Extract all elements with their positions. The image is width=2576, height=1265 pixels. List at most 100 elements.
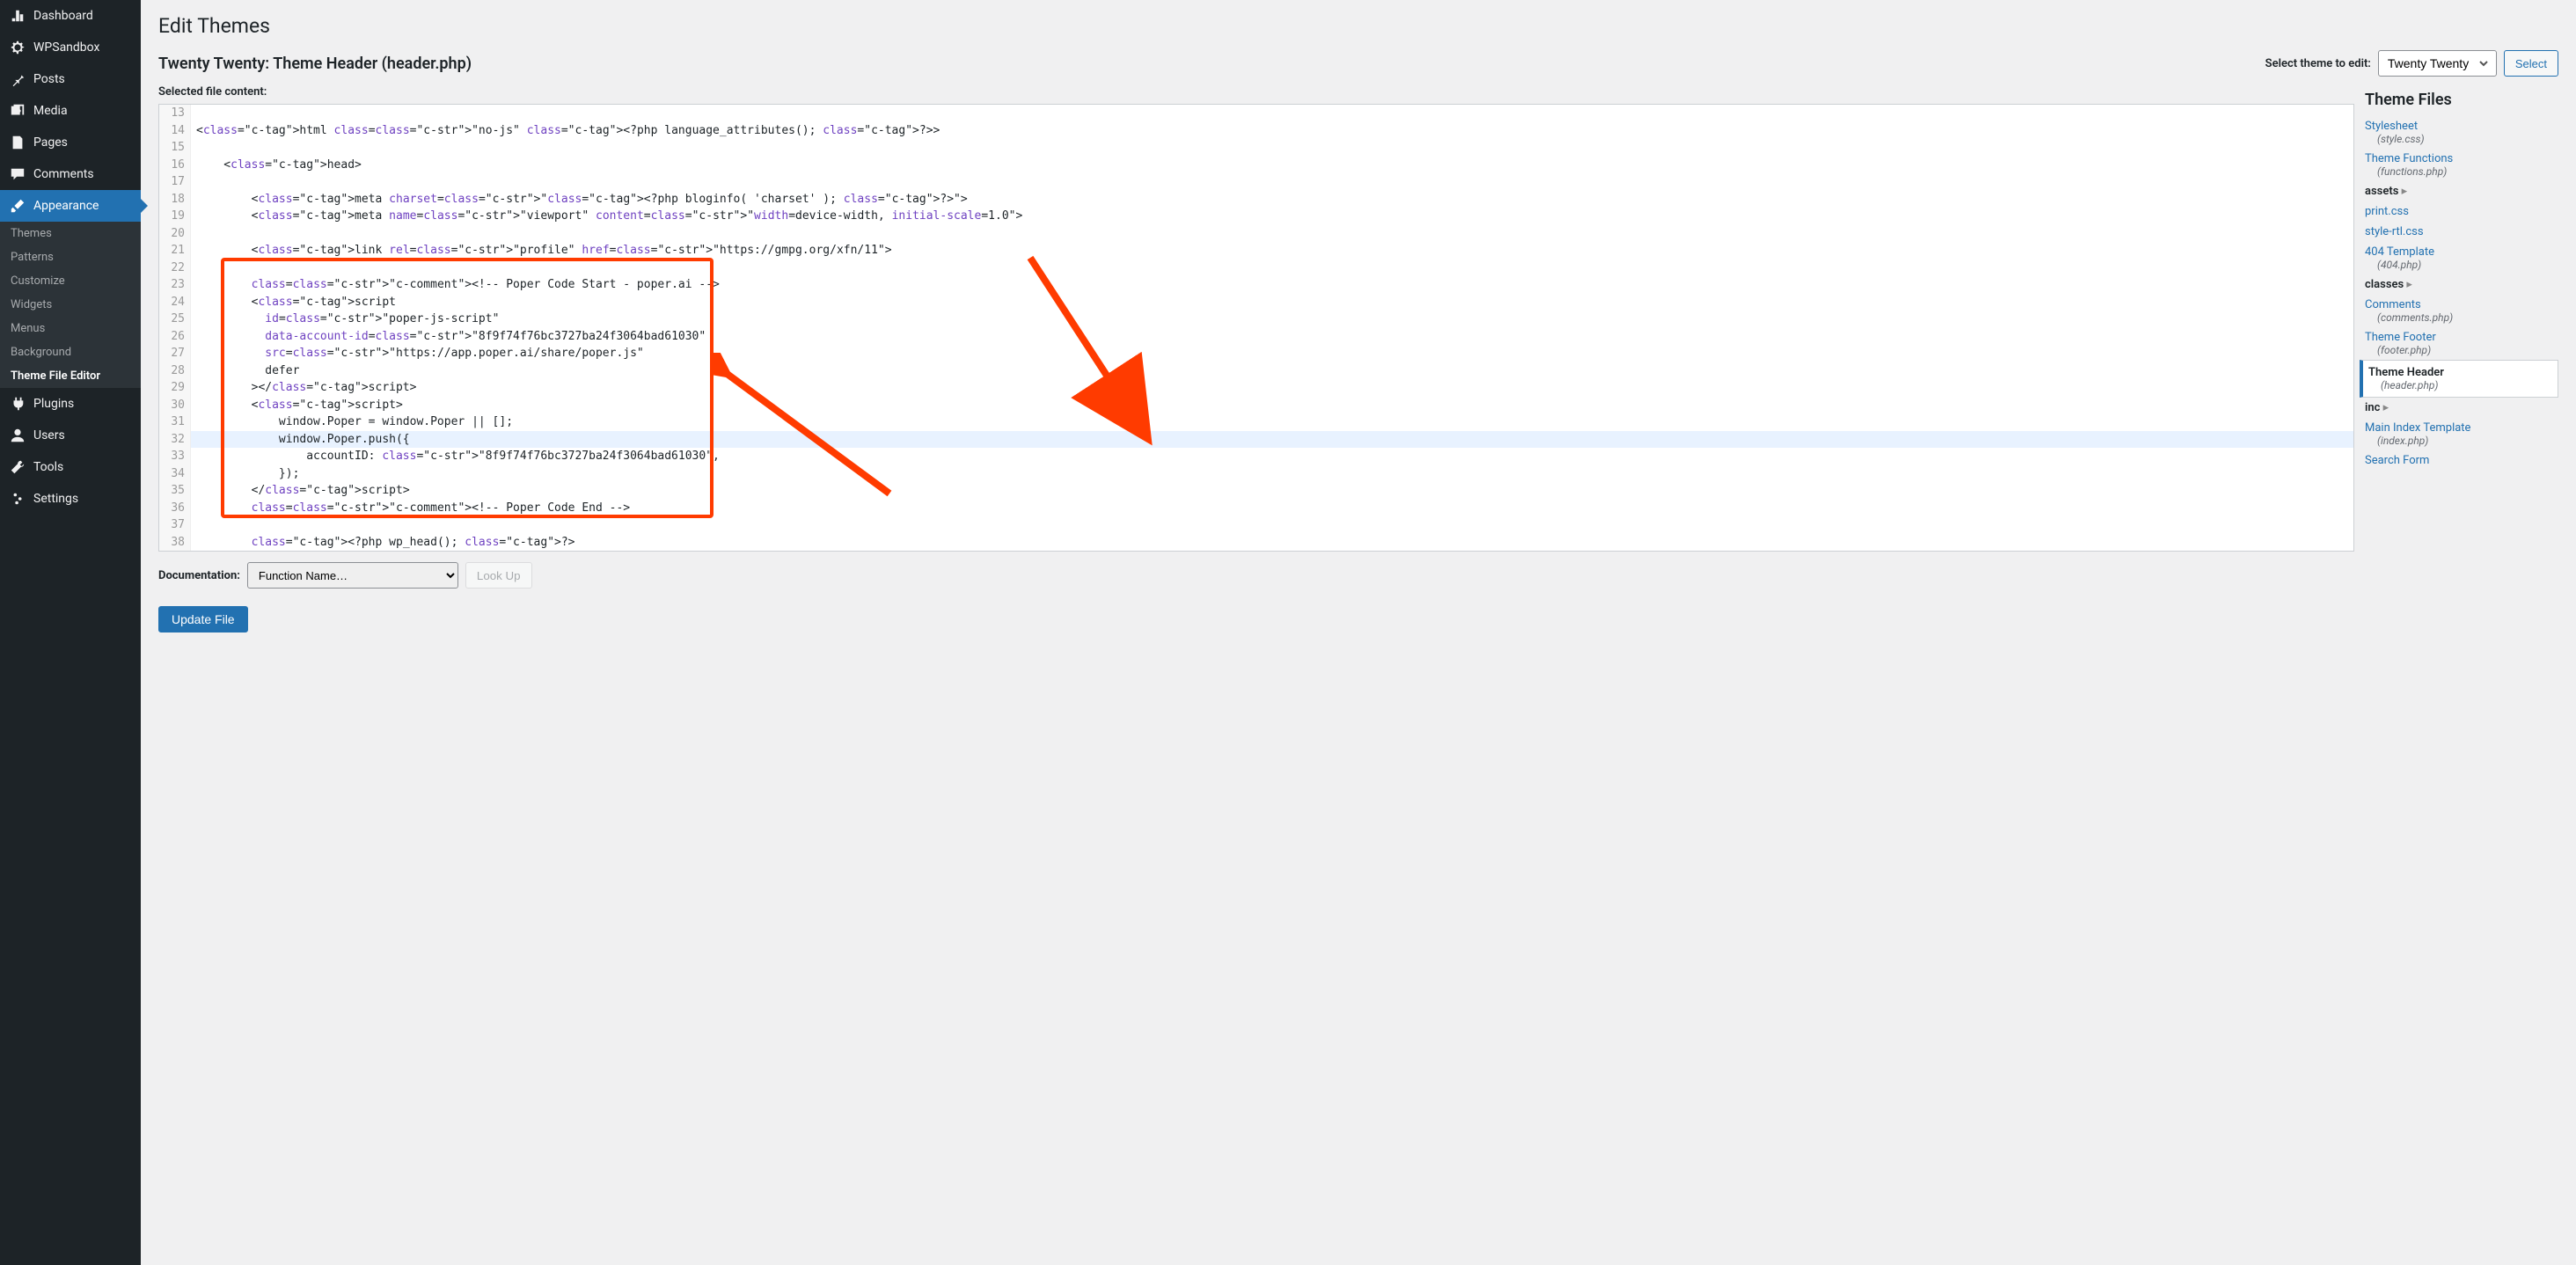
sidebar-subitem-widgets[interactable]: Widgets [0,293,141,317]
code-editor[interactable]: 1314<class="c-tag">html class=class="c-s… [158,104,2354,552]
main-content: Edit Themes Twenty Twenty: Theme Header … [141,0,2576,1265]
sidebar-item-pages[interactable]: Pages [0,127,141,158]
code-content[interactable]: id=class="c-str">"poper-js-script" [191,311,499,328]
code-line[interactable]: 21 <class="c-tag">link rel=class="c-str"… [159,242,2353,260]
sidebar-subitem-theme-file-editor[interactable]: Theme File Editor [0,364,141,388]
file-item-main-index-template[interactable]: Main Index Template(index.php) [2365,418,2558,450]
file-item-inc[interactable]: inc [2365,398,2558,418]
code-line[interactable]: 19 <class="c-tag">meta name=class="c-str… [159,208,2353,225]
sidebar-subitem-menus[interactable]: Menus [0,317,141,340]
code-line[interactable]: 14<class="c-tag">html class=class="c-str… [159,122,2353,140]
file-item-stylesheet[interactable]: Stylesheet(style.css) [2365,116,2558,149]
file-item-theme-footer[interactable]: Theme Footer(footer.php) [2365,327,2558,360]
code-content[interactable]: <class="c-tag">meta name=class="c-str">"… [191,208,1022,225]
function-name-select[interactable]: Function Name… [247,562,458,589]
sidebar-item-media[interactable]: Media [0,95,141,127]
code-line[interactable]: 37 [159,516,2353,534]
sidebar-subitem-customize[interactable]: Customize [0,269,141,293]
line-number: 26 [159,328,191,346]
file-item-comments[interactable]: Comments(comments.php) [2365,295,2558,327]
file-item-theme-functions[interactable]: Theme Functions(functions.php) [2365,149,2558,181]
code-line[interactable]: 22 [159,260,2353,277]
code-line[interactable]: 20 [159,225,2353,243]
code-content[interactable]: <class="c-tag">meta charset=class="c-str… [191,191,968,208]
code-line[interactable]: 30 <class="c-tag">script> [159,397,2353,414]
code-content[interactable]: window.Poper.push({ [191,431,410,449]
code-line[interactable]: 29 ></class="c-tag">script> [159,379,2353,397]
sidebar-item-dashboard[interactable]: Dashboard [0,0,141,32]
line-number: 22 [159,260,191,277]
code-content[interactable] [191,225,196,243]
sidebar-subitem-patterns[interactable]: Patterns [0,245,141,269]
code-line[interactable]: 31 window.Poper = window.Poper || []; [159,413,2353,431]
sidebar-item-wpsandbox[interactable]: WPSandbox [0,32,141,63]
code-content[interactable]: src=class="c-str">"https://app.poper.ai/… [191,345,644,362]
sidebar-item-comments[interactable]: Comments [0,158,141,190]
code-content[interactable]: class="c-tag"><?php wp_head(); class="c-… [191,534,575,552]
code-content[interactable] [191,516,196,534]
code-line[interactable]: 15 [159,139,2353,157]
code-line[interactable]: 38 class="c-tag"><?php wp_head(); class=… [159,534,2353,552]
select-theme-button[interactable]: Select [2504,50,2558,77]
code-content[interactable] [191,139,196,157]
code-line[interactable]: 17 [159,173,2353,191]
code-line[interactable]: 27 src=class="c-str">"https://app.poper.… [159,345,2353,362]
sidebar-item-settings[interactable]: Settings [0,483,141,515]
sidebar-subitem-background[interactable]: Background [0,340,141,364]
code-line[interactable]: 24 <class="c-tag">script [159,294,2353,311]
sidebar-item-posts[interactable]: Posts [0,63,141,95]
code-content[interactable]: }); [191,465,299,483]
code-line[interactable]: 28 defer [159,362,2353,380]
file-item-label: print.css [2365,205,2409,218]
code-content[interactable]: window.Poper = window.Poper || []; [191,413,513,431]
lookup-button[interactable]: Look Up [465,562,532,589]
code-line[interactable]: 23 class=class="c-str">"c-comment"><!-- … [159,276,2353,294]
code-line[interactable]: 26 data-account-id=class="c-str">"8f9f74… [159,328,2353,346]
code-line[interactable]: 35 </class="c-tag">script> [159,482,2353,500]
file-item-404-template[interactable]: 404 Template(404.php) [2365,242,2558,274]
code-content[interactable]: <class="c-tag">script> [191,397,403,414]
code-content[interactable] [191,260,196,277]
user-icon [9,427,26,444]
code-line[interactable]: 18 <class="c-tag">meta charset=class="c-… [159,191,2353,208]
code-line[interactable]: 33 accountID: class="c-str">"8f9f74f76bc… [159,448,2353,465]
code-content[interactable]: class=class="c-str">"c-comment"><!-- Pop… [191,500,630,517]
code-line[interactable]: 13 [159,105,2353,122]
update-file-button[interactable]: Update File [158,606,248,632]
code-content[interactable]: accountID: class="c-str">"8f9f74f76bc372… [191,448,720,465]
code-content[interactable]: </class="c-tag">script> [191,482,410,500]
file-item-classes[interactable]: classes [2365,274,2558,295]
file-item-sub: (header.php) [2381,379,2552,391]
code-line[interactable]: 16 <class="c-tag">head> [159,157,2353,174]
code-content[interactable]: ></class="c-tag">script> [191,379,416,397]
theme-select-dropdown[interactable]: Twenty Twenty [2378,50,2497,77]
sidebar-item-label: Media [33,104,68,118]
file-item-theme-header[interactable]: Theme Header(header.php) [2360,360,2558,398]
file-item-print-css[interactable]: print.css [2365,201,2558,222]
file-item-search-form[interactable]: Search Form [2365,450,2558,471]
code-content[interactable]: <class="c-tag">head> [191,157,362,174]
code-line[interactable]: 32 window.Poper.push({ [159,431,2353,449]
code-content[interactable] [191,173,196,191]
file-item-style-rtl-css[interactable]: style-rtl.css [2365,222,2558,242]
sidebar-item-tools[interactable]: Tools [0,451,141,483]
wrench-icon [9,458,26,476]
code-content[interactable]: data-account-id=class="c-str">"8f9f74f76… [191,328,706,346]
code-line[interactable]: 25 id=class="c-str">"poper-js-script" [159,311,2353,328]
code-line[interactable]: 36 class=class="c-str">"c-comment"><!-- … [159,500,2353,517]
file-item-assets[interactable]: assets [2365,181,2558,201]
sidebar-item-users[interactable]: Users [0,420,141,451]
sidebar-item-appearance[interactable]: Appearance [0,190,141,222]
sidebar-item-plugins[interactable]: Plugins [0,388,141,420]
code-content[interactable]: <class="c-tag">link rel=class="c-str">"p… [191,242,892,260]
code-content[interactable]: class=class="c-str">"c-comment"><!-- Pop… [191,276,720,294]
page-icon [9,134,26,151]
line-number: 27 [159,345,191,362]
file-item-label: inc [2365,401,2380,414]
code-content[interactable]: defer [191,362,299,380]
code-content[interactable] [191,105,196,122]
code-content[interactable]: <class="c-tag">html class=class="c-str">… [191,122,940,140]
code-line[interactable]: 34 }); [159,465,2353,483]
code-content[interactable]: <class="c-tag">script [191,294,396,311]
sidebar-subitem-themes[interactable]: Themes [0,222,141,245]
